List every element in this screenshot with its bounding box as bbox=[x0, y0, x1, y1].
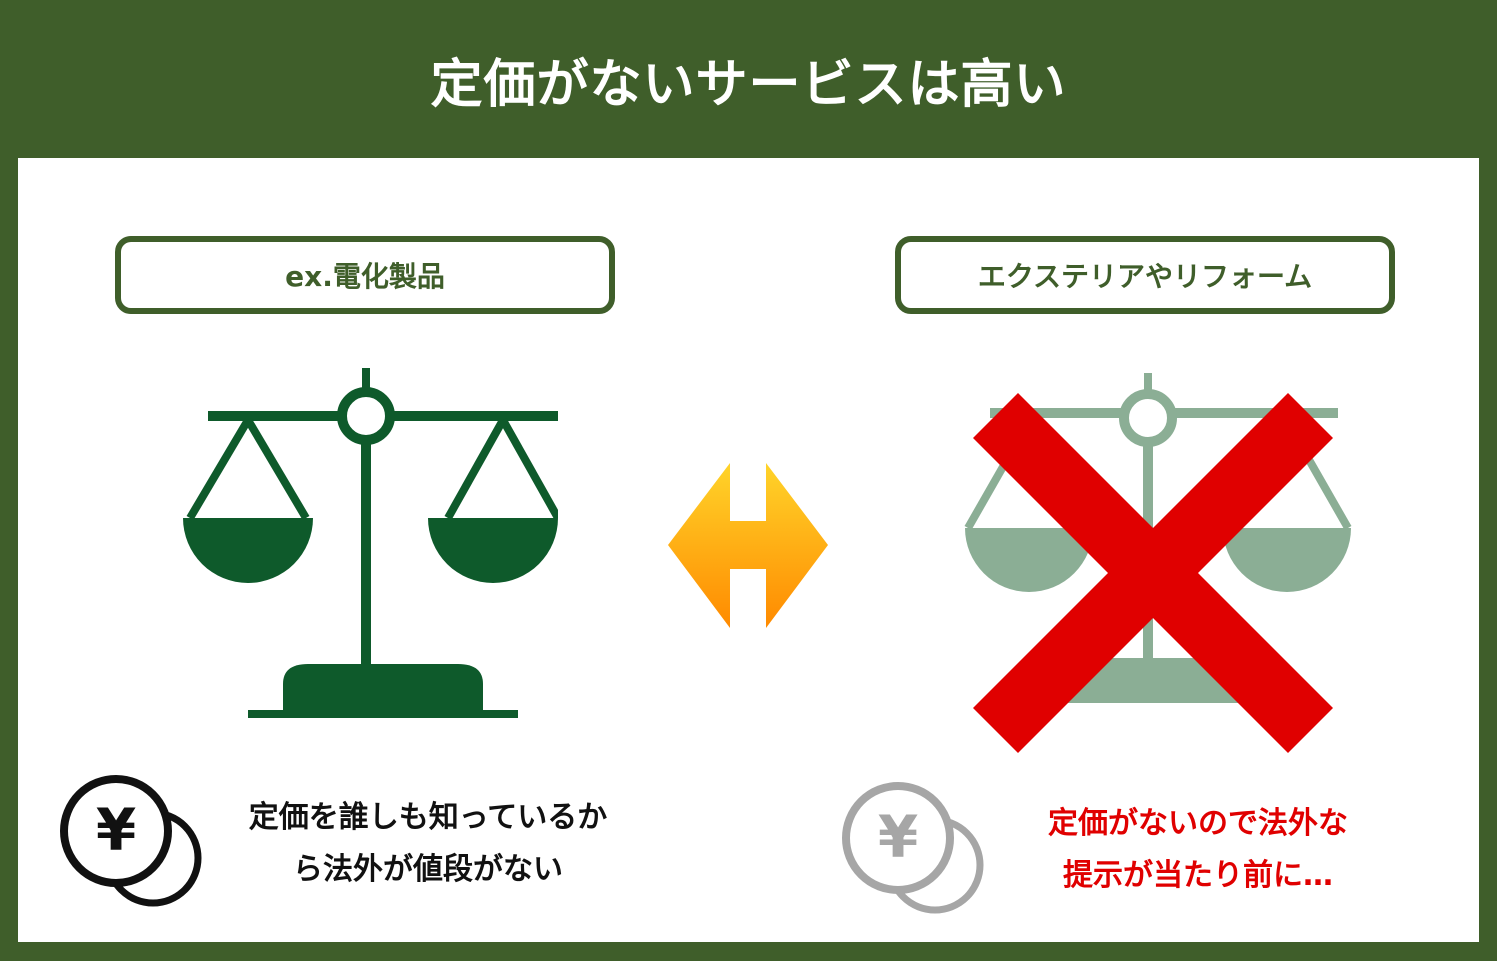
left-caption: 定価を誰しも知っているか ら法外が値段がない bbox=[208, 792, 648, 896]
red-x-icon bbox=[973, 393, 1333, 753]
yen-coin-icon: ¥ bbox=[842, 782, 984, 914]
left-caption-line2: ら法外が値段がない bbox=[293, 852, 563, 887]
page-title: 定価がないサービスは高い bbox=[430, 54, 1067, 115]
balance-scale-icon bbox=[183, 368, 558, 718]
double-arrow-icon bbox=[668, 463, 828, 628]
left-caption-line1: 定価を誰しも知っているか bbox=[248, 800, 608, 835]
svg-text:¥: ¥ bbox=[878, 803, 918, 871]
right-caption-line1: 定価がないので法外な bbox=[1048, 806, 1348, 841]
right-label-box: エクステリアやリフォーム bbox=[895, 236, 1395, 314]
right-caption-line2: 提示が当たり前に… bbox=[1063, 858, 1333, 893]
left-label: ex.電化製品 bbox=[285, 260, 445, 293]
left-label-box: ex.電化製品 bbox=[115, 236, 615, 314]
content-panel: ex.電化製品 エクステリアやリフォーム ¥ ¥ 定価を誰しも知っているか ら法… bbox=[18, 158, 1479, 942]
right-label: エクステリアやリフォーム bbox=[977, 260, 1313, 293]
yen-coin-icon: ¥ bbox=[60, 775, 202, 907]
svg-text:¥: ¥ bbox=[96, 796, 136, 864]
right-caption: 定価がないので法外な 提示が当たり前に… bbox=[998, 798, 1398, 902]
